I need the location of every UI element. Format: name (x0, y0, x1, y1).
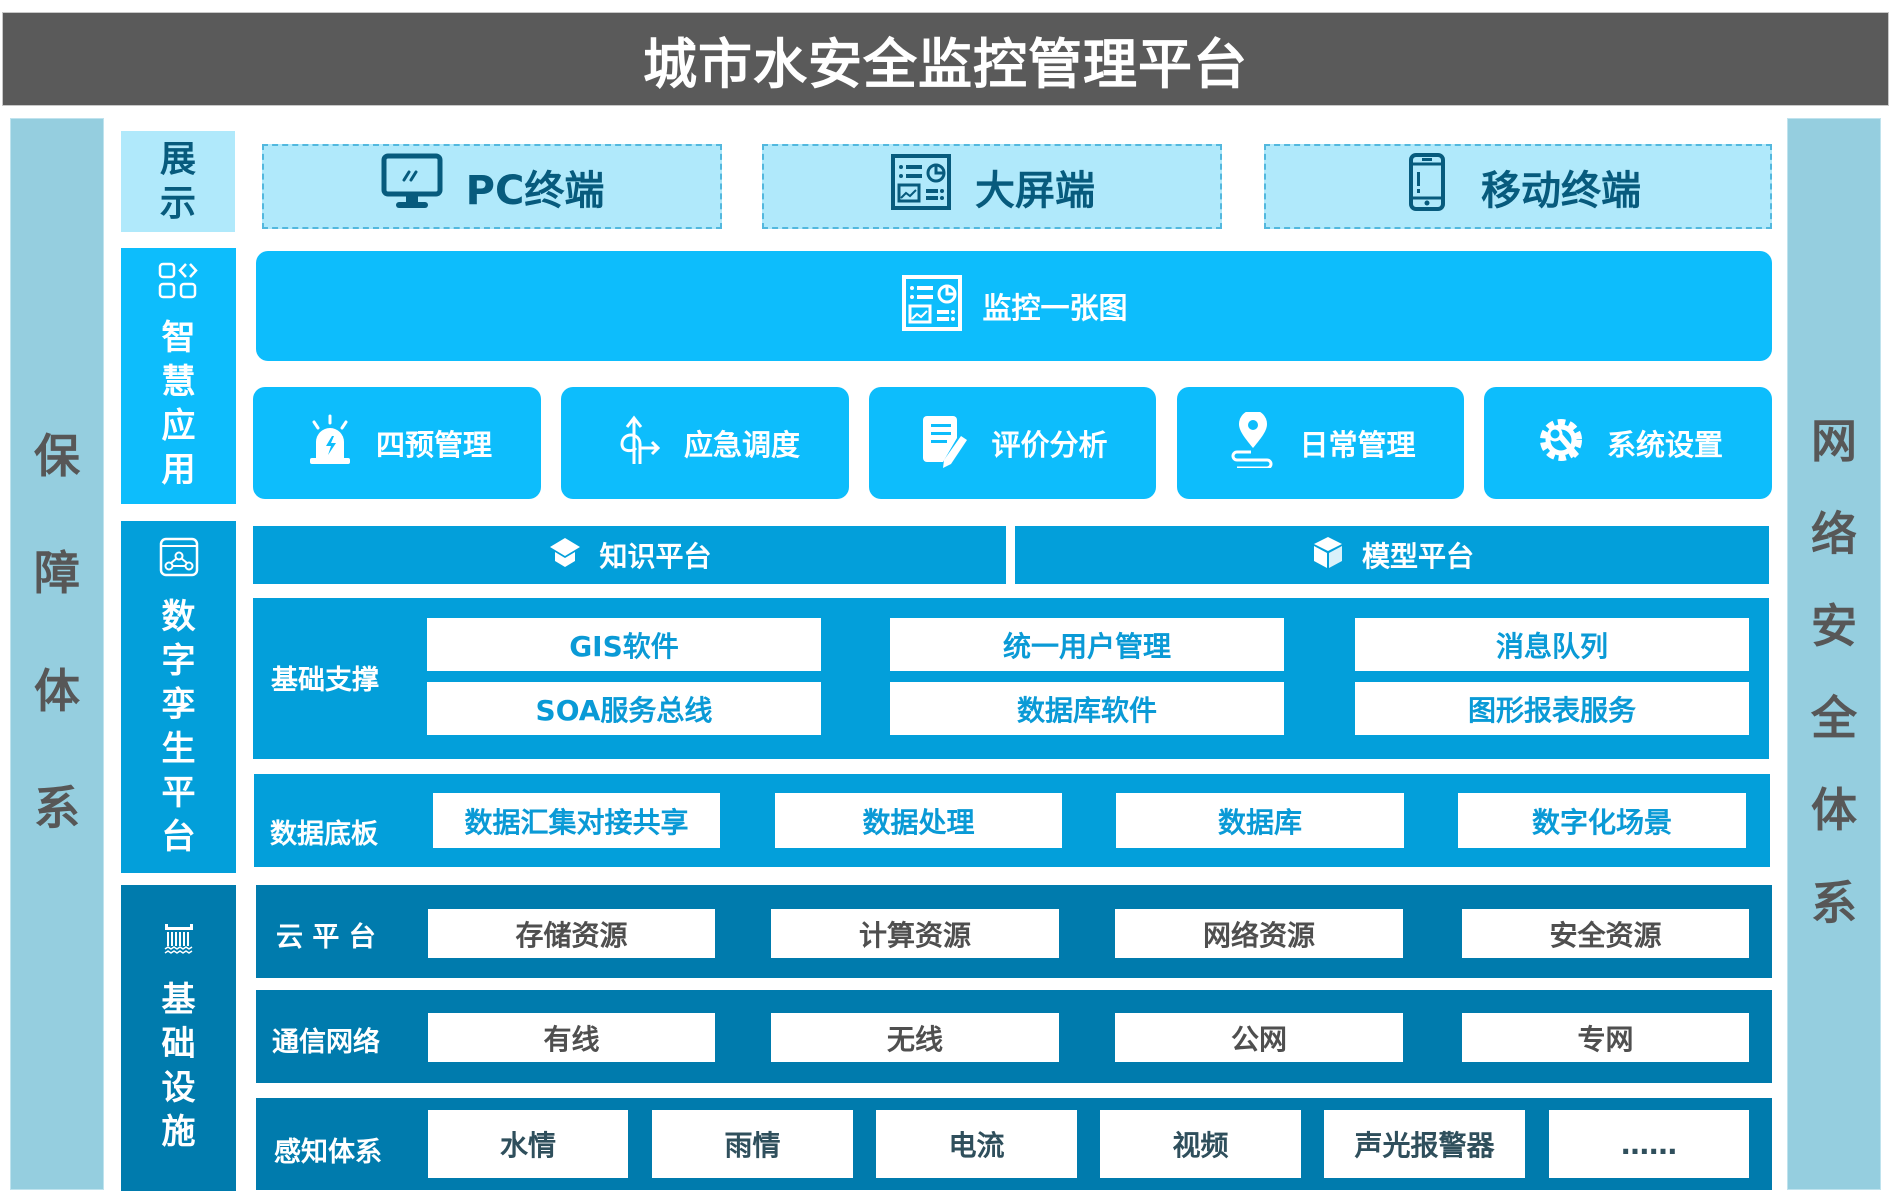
sensing-item[interactable]: 水情 (428, 1110, 628, 1178)
row-label-basic-support: 基础支撑 (271, 665, 379, 696)
row-label-network: 通信网络 (272, 1027, 380, 1058)
sidebar-char: 安 (1811, 598, 1857, 653)
app-card-daily-management[interactable]: 日常管理 (1177, 387, 1464, 499)
layer-label-char: 慧 (161, 361, 196, 402)
layer-label-char: 平 (161, 772, 196, 813)
app-card-monitor-map[interactable]: 监控一张图 (256, 251, 1772, 361)
app-card-system-settings[interactable]: 系统设置 (1484, 387, 1772, 499)
support-item[interactable]: SOA服务总线 (427, 682, 821, 735)
sidebar-char: 保 (34, 429, 80, 484)
sidebar-char: 系 (34, 780, 80, 835)
sensing-item[interactable]: 雨情 (652, 1110, 853, 1178)
sidebar-char: 络 (1811, 506, 1857, 561)
twin-network-icon (158, 536, 200, 589)
layer-label-infrastructure: 基 础 设 施 (121, 885, 236, 1191)
layer-label-char: 础 (161, 1023, 196, 1064)
layer-label-char: 孪 (161, 684, 196, 725)
left-sidebar-support-system: 保 障 体 系 (10, 118, 104, 1190)
network-item[interactable]: 公网 (1115, 1013, 1403, 1062)
display-card-big-screen[interactable]: 大屏端 (762, 144, 1222, 229)
support-item[interactable]: 图形报表服务 (1355, 682, 1749, 735)
network-item[interactable]: 无线 (771, 1013, 1059, 1062)
app-card-label: 监控一张图 (982, 291, 1128, 325)
cloud-item[interactable]: 计算资源 (771, 909, 1059, 958)
platform-model[interactable]: 模型平台 (1015, 526, 1769, 584)
sidebar-char: 体 (34, 663, 80, 718)
apps-grid-icon (157, 261, 201, 312)
app-card-emergency-dispatch[interactable]: 应急调度 (561, 387, 849, 499)
sensing-item[interactable]: 视频 (1100, 1110, 1301, 1178)
support-item[interactable]: GIS软件 (427, 618, 821, 671)
sidebar-char: 网 (1811, 414, 1857, 469)
app-card-label: 评价分析 (991, 428, 1108, 462)
layer-label-char: 用 (161, 449, 196, 490)
sensing-item[interactable]: 声光报警器 (1324, 1110, 1525, 1178)
layer-label-char: 智 (161, 317, 196, 358)
sidebar-char: 系 (1811, 875, 1857, 930)
cloud-item[interactable]: 存储资源 (428, 909, 715, 958)
data-floor-item[interactable]: 数据汇集对接共享 (433, 793, 720, 848)
app-card-label: 日常管理 (1299, 428, 1416, 462)
support-item[interactable]: 消息队列 (1355, 618, 1749, 671)
support-item[interactable]: 数据库软件 (890, 682, 1284, 735)
mobile-phone-icon (1395, 152, 1459, 222)
layer-label-char: 应 (161, 405, 196, 446)
layer-label-char: 数 (161, 596, 196, 637)
cloud-item[interactable]: 安全资源 (1462, 909, 1749, 958)
alarm-light-icon (302, 412, 358, 475)
display-card-pc[interactable]: PC终端 (262, 144, 722, 229)
sidebar-char: 体 (1811, 783, 1857, 838)
platform-label: 知识平台 (599, 540, 712, 573)
location-pin-icon (1225, 409, 1281, 475)
network-item[interactable]: 有线 (428, 1013, 715, 1062)
layer-label-char: 展 (159, 138, 196, 180)
sidebar-char: 全 (1811, 691, 1857, 746)
row-label-cloud: 云 平 台 (276, 922, 376, 953)
app-card-label: 应急调度 (683, 428, 800, 462)
layer-label-char: 示 (159, 182, 196, 224)
layer-label-char: 生 (161, 728, 196, 769)
row-label-data-floor: 数据底板 (270, 819, 378, 850)
dashboard-icon (900, 273, 964, 340)
cloud-item[interactable]: 网络资源 (1115, 909, 1403, 958)
gear-wrench-icon (1533, 412, 1589, 475)
monitor-icon (380, 152, 444, 222)
display-card-label: 大屏端 (975, 167, 1095, 214)
platform-knowledge[interactable]: 知识平台 (253, 526, 1006, 584)
sidebar-char: 障 (34, 546, 80, 601)
display-card-label: 移动终端 (1481, 167, 1641, 214)
right-sidebar-network-security: 网 络 安 全 体 系 (1787, 118, 1881, 1190)
row-label-sensing: 感知体系 (274, 1137, 382, 1168)
layer-label-char: 台 (161, 816, 196, 857)
platform-label: 模型平台 (1361, 540, 1474, 573)
display-card-label: PC终端 (465, 167, 605, 214)
layer-label-char: 字 (161, 640, 196, 681)
layer-label-display: 展 示 (121, 131, 235, 232)
layer-label-char: 基 (161, 979, 196, 1020)
app-card-label: 四预管理 (375, 428, 492, 462)
layer-label-char: 设 (161, 1067, 196, 1108)
water-facility-icon (162, 923, 196, 968)
data-floor-item[interactable]: 数据处理 (775, 793, 1062, 848)
dispatch-arrows-icon (610, 412, 666, 475)
graduation-cap-icon (547, 534, 583, 577)
network-item[interactable]: 专网 (1462, 1013, 1749, 1062)
layer-label-digital-twin: 数 字 孪 生 平 台 (121, 521, 236, 873)
layer-label-smart-app: 智 慧 应 用 (121, 248, 236, 504)
document-edit-icon (917, 412, 973, 475)
support-item[interactable]: 统一用户管理 (890, 618, 1284, 671)
dashboard-icon (889, 152, 953, 222)
app-card-four-prevention[interactable]: 四预管理 (253, 387, 541, 499)
data-floor-item[interactable]: 数字化场景 (1458, 793, 1746, 848)
display-card-mobile[interactable]: 移动终端 (1264, 144, 1772, 229)
layer-label-char: 施 (161, 1111, 196, 1152)
sensing-item[interactable]: …… (1549, 1110, 1749, 1178)
app-card-evaluation-analysis[interactable]: 评价分析 (869, 387, 1156, 499)
sensing-item[interactable]: 电流 (876, 1110, 1077, 1178)
data-floor-item[interactable]: 数据库 (1116, 793, 1404, 848)
cube-icon (1310, 534, 1346, 577)
app-card-label: 系统设置 (1606, 428, 1723, 462)
page-title: 城市水安全监控管理平台 (2, 12, 1889, 106)
